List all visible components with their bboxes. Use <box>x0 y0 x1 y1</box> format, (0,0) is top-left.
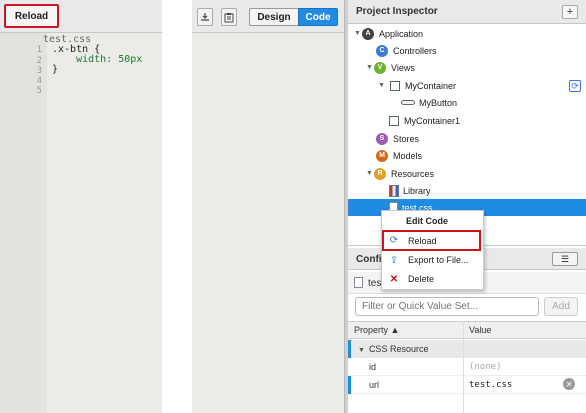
layout-toggle-icon[interactable]: ☰ <box>552 252 578 266</box>
tree-label: Stores <box>393 133 420 144</box>
design-tab[interactable]: Design <box>249 8 298 26</box>
tree-item-views[interactable]: ▼ V Views <box>348 59 586 76</box>
tree-item-models[interactable]: M Models <box>348 147 586 164</box>
container-icon <box>389 115 399 126</box>
menu-item-label: Delete <box>408 274 435 284</box>
collapse-arrow-icon[interactable]: ▼ <box>366 64 374 71</box>
inspector-title: Project Inspector <box>356 6 438 17</box>
css-file-icon <box>354 277 363 288</box>
tree-label: MyButton <box>419 97 458 108</box>
menu-item-label: Reload <box>408 235 437 246</box>
tree-label: MyContainer1 <box>404 115 461 126</box>
reload-icon: ⟳ <box>389 235 399 246</box>
property-value[interactable]: (none) <box>469 362 502 372</box>
tree-item-mycontainer1[interactable]: MyContainer1 <box>348 112 586 129</box>
property-group-label: ▼ CSS Resource <box>358 344 428 354</box>
library-icon <box>389 184 399 197</box>
tree-label: Models <box>393 150 423 161</box>
property-name: url <box>369 380 380 390</box>
filter-add-button[interactable]: Add <box>544 297 578 316</box>
delete-icon: ✕ <box>389 273 399 285</box>
export-icon: ⇪ <box>389 254 399 266</box>
property-value[interactable]: test.css <box>469 380 512 390</box>
menu-item-label: Export to File... <box>408 255 469 265</box>
tree-label: MyContainer <box>405 80 457 91</box>
tree-label: Resources <box>391 168 435 179</box>
line-number: 2 <box>36 56 42 66</box>
row-marker <box>348 376 351 394</box>
collapse-arrow-icon: ▼ <box>358 347 365 354</box>
tree-item-mybutton[interactable]: MyButton <box>348 94 586 111</box>
button-icon <box>401 100 415 105</box>
tree-label: Controllers <box>393 45 437 56</box>
line-number: 1 <box>36 45 42 55</box>
tree-item-controllers[interactable]: C Controllers <box>348 42 586 59</box>
code-line[interactable]: width: 50px <box>52 54 142 65</box>
application-icon: A <box>362 27 374 40</box>
canvas-area <box>192 33 344 413</box>
collapse-arrow-icon[interactable]: ▼ <box>378 82 386 89</box>
clear-icon[interactable]: ✕ <box>563 378 575 390</box>
filter-input[interactable] <box>355 297 539 316</box>
property-row-id[interactable] <box>348 358 586 376</box>
deploy-icon[interactable] <box>197 8 213 26</box>
clipboard-icon[interactable] <box>221 8 237 26</box>
line-number: 3 <box>36 66 42 76</box>
code-tab[interactable]: Code <box>298 8 338 26</box>
controller-icon: C <box>376 44 388 57</box>
panel-gap <box>162 0 192 413</box>
resource-icon: R <box>374 167 386 180</box>
tree-label: Library <box>403 185 431 196</box>
menu-item-delete[interactable]: ✕ Delete <box>384 270 481 288</box>
container-icon <box>390 80 400 91</box>
context-menu-title: Edit Code <box>406 216 448 226</box>
collapse-arrow-icon[interactable]: ▼ <box>354 30 362 37</box>
collapse-arrow-icon[interactable]: ▼ <box>366 170 374 177</box>
refresh-icon[interactable]: ⟳ <box>569 80 581 92</box>
tree-item-application[interactable]: ▼ A Application <box>348 25 586 42</box>
add-button[interactable]: + <box>562 5 578 19</box>
tree-item-resources[interactable]: ▼ R Resources <box>348 165 586 182</box>
value-column-header[interactable]: Value <box>469 325 491 335</box>
property-name: id <box>369 362 377 372</box>
property-group-text: CSS Resource <box>368 344 429 354</box>
code-line[interactable]: } <box>52 64 58 75</box>
menu-item-export[interactable]: ⇪ Export to File... <box>384 251 481 269</box>
line-number: 5 <box>36 86 42 96</box>
line-number: 4 <box>36 76 42 86</box>
store-icon: S <box>376 132 388 145</box>
reload-button[interactable]: Reload <box>4 4 59 28</box>
tree-label: Application <box>379 28 424 39</box>
tree-label: Views <box>391 62 415 73</box>
tree-item-library[interactable]: Library <box>348 182 586 199</box>
property-column-header[interactable]: Property ▲ <box>354 325 399 335</box>
column-divider <box>463 321 464 413</box>
model-icon: M <box>376 149 388 162</box>
property-row-url[interactable] <box>348 376 586 394</box>
menu-item-reload[interactable]: ⟳ Reload <box>382 230 481 251</box>
config-title: Confi <box>356 254 382 265</box>
view-icon: V <box>374 61 386 74</box>
tree-item-stores[interactable]: S Stores <box>348 130 586 147</box>
tree-item-mycontainer[interactable]: ▼ MyContainer <box>348 77 586 94</box>
